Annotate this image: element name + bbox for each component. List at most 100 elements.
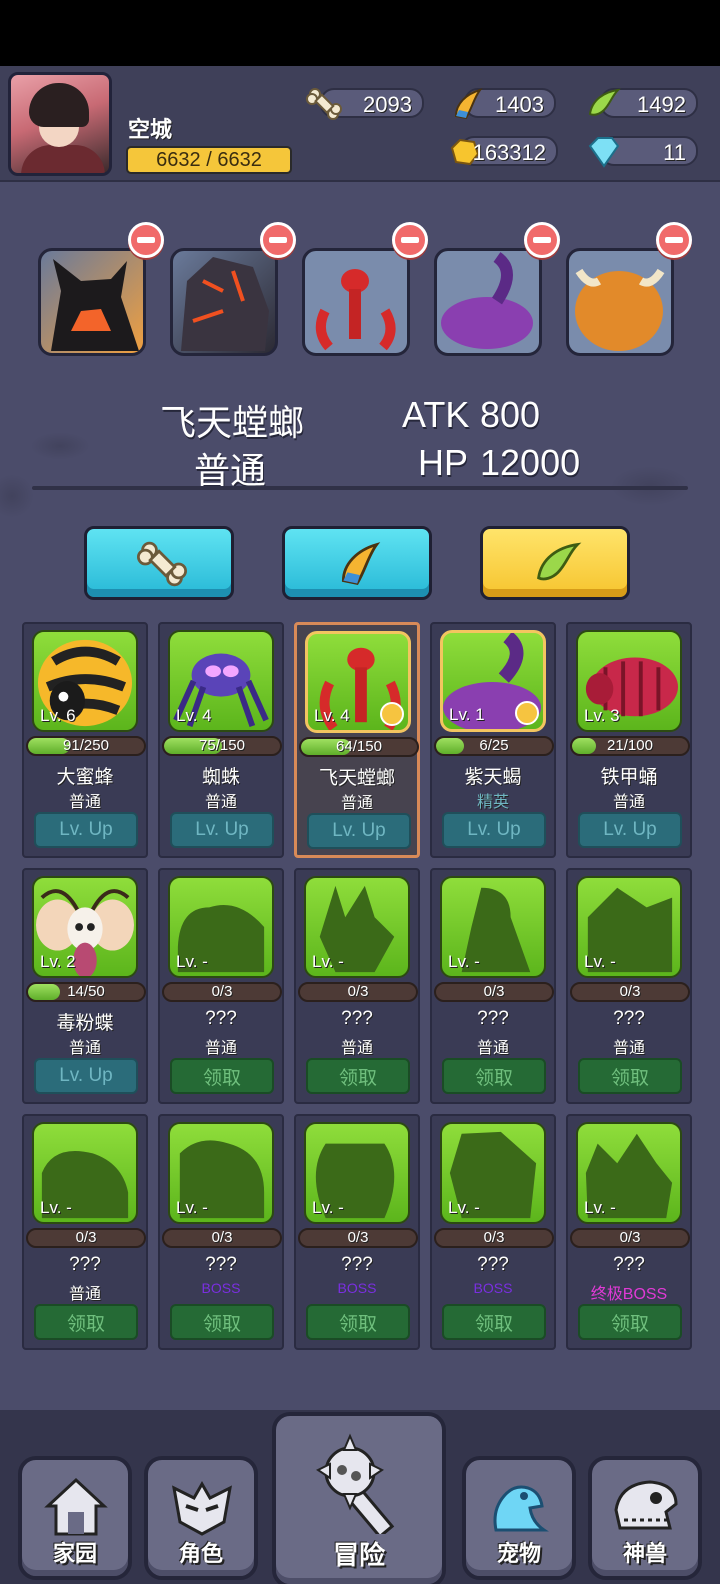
pet-card[interactable]: Lv. 2 14/50 毒粉蝶 普通 Lv. Up [22, 868, 148, 1104]
pet-portrait[interactable]: Lv. 3 [576, 630, 682, 732]
pet-portrait[interactable]: Lv. - [168, 1122, 274, 1224]
level-up-button[interactable]: Lv. Up [307, 813, 411, 849]
pet-progress-text: 14/50 [67, 983, 105, 1000]
team-slot-2[interactable] [170, 248, 278, 356]
pet-portrait[interactable]: Lv. 4 [305, 631, 411, 733]
coin-badge-icon [515, 701, 539, 725]
team-slot-3[interactable] [302, 248, 410, 356]
claim-button[interactable]: 领取 [170, 1304, 274, 1340]
player-avatar[interactable] [8, 72, 112, 176]
fox-icon [51, 259, 139, 351]
pet-progress-bar: 0/3 [434, 1228, 554, 1248]
player-header: 空城 6632 / 6632 2093 1403 1492 163312 11 [0, 66, 720, 182]
pet-portrait[interactable]: Lv. - [304, 876, 410, 978]
gold-count: 163312 [472, 140, 546, 165]
yak-icon [575, 268, 665, 351]
leaf-icon [584, 84, 624, 124]
pet-rank: 普通 [340, 795, 373, 812]
pet-level: Lv. 4 [176, 706, 212, 725]
pet-card[interactable]: Lv. -0/3??? 普通 领取 [566, 868, 692, 1104]
mask-icon [172, 1480, 232, 1536]
pet-progress-text: 0/3 [619, 983, 641, 1000]
pet-card[interactable]: Lv. -0/3??? 普通 领取 [430, 868, 556, 1104]
pet-name: 毒粉蝶 [56, 1013, 114, 1034]
pet-name: ??? [613, 1254, 645, 1275]
remove-slot-2-button[interactable] [260, 222, 296, 258]
nav-home-label: 家园 [52, 1541, 97, 1566]
atk-value: 800 [480, 394, 541, 435]
nav-character[interactable]: 角色 [144, 1456, 258, 1580]
tab-bone[interactable] [84, 526, 234, 600]
claim-button[interactable]: 领取 [306, 1304, 410, 1340]
claim-button[interactable]: 领取 [442, 1304, 546, 1340]
pet-level: Lv. 2 [40, 952, 76, 971]
level-up-button[interactable]: Lv. Up [34, 812, 138, 848]
team-slot-5[interactable] [566, 248, 674, 356]
team-slot-4[interactable] [434, 248, 542, 356]
pet-progress-text: 21/100 [607, 737, 653, 754]
pet-name: 紫天蝎 [464, 767, 522, 788]
pet-portrait[interactable]: Lv. - [576, 876, 682, 978]
pet-portrait[interactable]: Lv. 2 [32, 876, 138, 978]
pet-card[interactable]: Lv. -0/3??? 普通 领取 [22, 1114, 148, 1350]
divider [32, 486, 688, 490]
pet-portrait[interactable]: Lv. 1 [440, 630, 546, 732]
claim-button[interactable]: 领取 [578, 1304, 682, 1340]
nav-adventure[interactable]: 冒险 [272, 1412, 446, 1584]
nav-beasts[interactable]: 神兽 [588, 1456, 702, 1580]
pet-level: Lv. 6 [40, 706, 76, 725]
remove-slot-5-button[interactable] [656, 222, 692, 258]
pet-card[interactable]: Lv. -0/3??? BOSS 领取 [294, 1114, 420, 1350]
pet-card[interactable]: Lv. 1 6/25 紫天蝎 精英 Lv. Up [430, 622, 556, 858]
pet-portrait[interactable]: Lv. 6 [32, 630, 138, 732]
level-up-button[interactable]: Lv. Up [170, 812, 274, 848]
pet-rank: 普通 [68, 794, 101, 811]
pet-card[interactable]: Lv. 6 91/250 大蜜蜂 普通 Lv. Up [22, 622, 148, 858]
remove-slot-3-button[interactable] [392, 222, 428, 258]
remove-slot-1-button[interactable] [128, 222, 164, 258]
pet-card[interactable]: Lv. -0/3??? 普通 领取 [158, 868, 284, 1104]
gold-resource: 163312 [450, 136, 558, 166]
pet-level: Lv. 3 [584, 706, 620, 725]
pet-portrait[interactable]: Lv. - [168, 876, 274, 978]
tab-horn[interactable] [282, 526, 432, 600]
pet-progress-bar: 0/3 [570, 982, 690, 1002]
frog-icon [493, 1485, 549, 1532]
team-slot-1[interactable] [38, 248, 146, 356]
tab-leaf[interactable] [480, 526, 630, 600]
nav-pets[interactable]: 宠物 [462, 1456, 576, 1580]
remove-slot-4-button[interactable] [524, 222, 560, 258]
claim-button[interactable]: 领取 [578, 1058, 682, 1094]
level-up-button[interactable]: Lv. Up [34, 1058, 138, 1094]
pet-portrait[interactable]: Lv. - [440, 1122, 546, 1224]
pet-portrait[interactable]: Lv. - [440, 876, 546, 978]
pet-progress-bar: 6/25 [434, 736, 554, 756]
pet-portrait[interactable]: Lv. - [32, 1122, 138, 1224]
level-up-button[interactable]: Lv. Up [578, 812, 682, 848]
pet-card[interactable]: Lv. 4 75/150 蜘蛛 普通 Lv. Up [158, 622, 284, 858]
level-up-button[interactable]: Lv. Up [442, 812, 546, 848]
pet-rank: 普通 [68, 1286, 101, 1303]
pet-progress-text: 0/3 [347, 983, 369, 1000]
claim-button[interactable]: 领取 [442, 1058, 546, 1094]
diamond-resource: 11 [588, 136, 698, 168]
pet-portrait[interactable]: Lv. 4 [168, 630, 274, 732]
pet-card[interactable]: Lv. -0/3??? 普通 领取 [294, 868, 420, 1104]
pet-progress-text: 75/150 [199, 737, 245, 754]
pet-progress-text: 0/3 [211, 1229, 233, 1246]
pet-card[interactable]: Lv. -0/3??? BOSS 领取 [430, 1114, 556, 1350]
nav-home[interactable]: 家园 [18, 1456, 132, 1580]
pet-card[interactable]: Lv. -0/3??? BOSS 领取 [158, 1114, 284, 1350]
pet-portrait[interactable]: Lv. - [576, 1122, 682, 1224]
pet-card[interactable]: Lv. -0/3??? 终极BOSS 领取 [566, 1114, 692, 1350]
pet-progress-bar: 14/50 [26, 982, 146, 1002]
claim-button[interactable]: 领取 [306, 1058, 410, 1094]
pet-level: Lv. - [584, 1198, 616, 1217]
pet-card[interactable]: Lv. 4 64/150 飞天螳螂 普通 Lv. Up [294, 622, 420, 858]
claim-button[interactable]: 领取 [34, 1304, 138, 1340]
bone-icon [304, 84, 344, 124]
pet-portrait[interactable]: Lv. - [304, 1122, 410, 1224]
mantis-icon [315, 269, 396, 351]
pet-card[interactable]: Lv. 3 21/100 铁甲蛹 普通 Lv. Up [566, 622, 692, 858]
claim-button[interactable]: 领取 [170, 1058, 274, 1094]
